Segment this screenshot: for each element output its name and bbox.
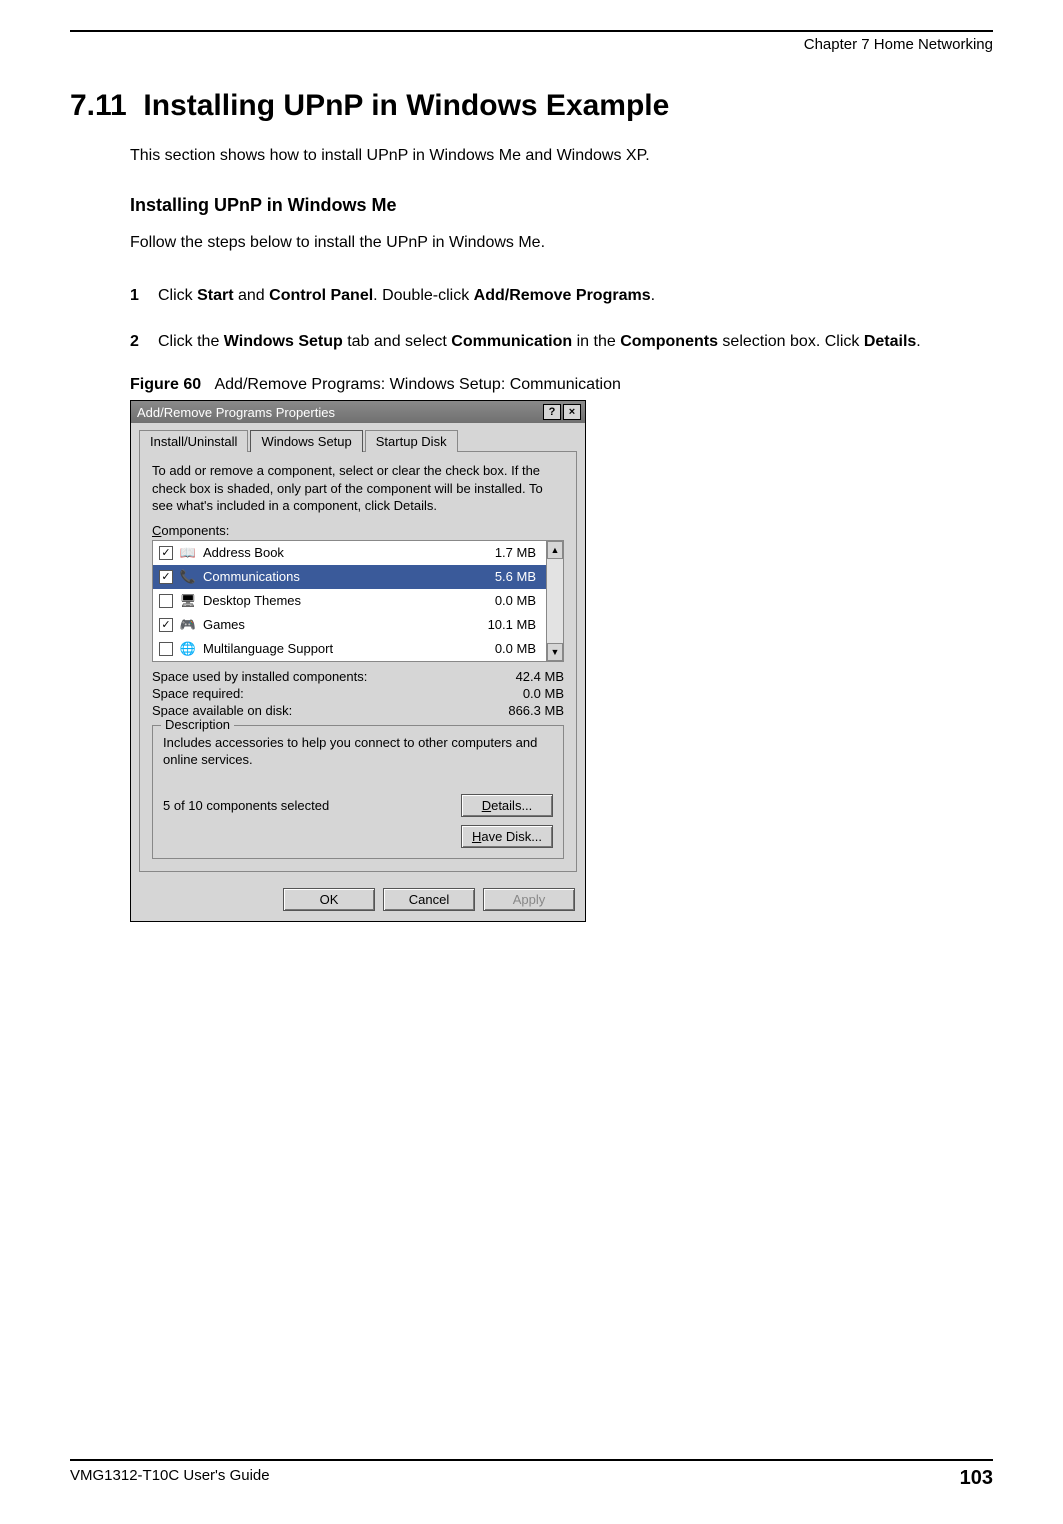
components-selected-count: 5 of 10 components selected <box>163 798 329 813</box>
stat-row: Space required: 0.0 MB <box>152 685 564 702</box>
details-button[interactable]: Details... <box>461 794 553 817</box>
tab-panel-windows-setup: To add or remove a component, select or … <box>139 451 577 872</box>
component-name: Communications <box>203 569 470 584</box>
stat-value: 0.0 MB <box>523 686 564 701</box>
step-1-number: 1 <box>130 284 158 308</box>
component-checkbox[interactable] <box>159 642 173 656</box>
scroll-down-icon[interactable]: ▼ <box>547 643 563 661</box>
component-name: Desktop Themes <box>203 593 470 608</box>
description-text: Includes accessories to help you connect… <box>163 734 553 776</box>
step-2-text: Click the Windows Setup tab and select C… <box>158 330 921 354</box>
panel-instructions: To add or remove a component, select or … <box>152 462 564 515</box>
component-icon: 🌐 <box>179 641 197 657</box>
component-icon: 🖥 <box>179 593 197 609</box>
top-rule <box>70 30 993 32</box>
section-intro: This section shows how to install UPnP i… <box>130 147 993 165</box>
component-row[interactable]: ✓ 🎮 Games10.1 MB <box>153 613 546 637</box>
scroll-track[interactable] <box>547 559 563 643</box>
ok-button[interactable]: OK <box>283 888 375 911</box>
add-remove-programs-dialog: Add/Remove Programs Properties ? × Insta… <box>130 400 586 922</box>
footer-page-number: 103 <box>960 1467 993 1490</box>
stat-label: Space required: <box>152 686 244 701</box>
component-checkbox[interactable]: ✓ <box>159 570 173 584</box>
figure-number: Figure 60 <box>130 376 201 393</box>
tabs-row: Install/Uninstall Windows Setup Startup … <box>131 423 585 451</box>
cancel-button[interactable]: Cancel <box>383 888 475 911</box>
stat-label: Space available on disk: <box>152 703 292 718</box>
description-legend: Description <box>161 717 234 732</box>
step-1-text: Click Start and Control Panel. Double-cl… <box>158 284 655 308</box>
stat-label: Space used by installed components: <box>152 669 367 684</box>
component-checkbox[interactable] <box>159 594 173 608</box>
dialog-title: Add/Remove Programs Properties <box>137 405 335 420</box>
help-button[interactable]: ? <box>543 404 561 420</box>
component-row[interactable]: ✓ 📖 Address Book1.7 MB <box>153 541 546 565</box>
component-icon: 📖 <box>179 545 197 561</box>
dialog-titlebar[interactable]: Add/Remove Programs Properties ? × <box>131 401 585 423</box>
component-name: Multilanguage Support <box>203 641 470 656</box>
components-label-text: omponents: <box>161 523 229 538</box>
section-number: 7.11 <box>70 89 127 122</box>
component-size: 10.1 MB <box>470 617 540 632</box>
section-title: 7.11 Installing UPnP in Windows Example <box>70 89 993 123</box>
stat-value: 42.4 MB <box>516 669 564 684</box>
section-title-text: Installing UPnP in Windows Example <box>143 89 669 122</box>
component-name: Address Book <box>203 545 470 560</box>
figure-caption: Figure 60 Add/Remove Programs: Windows S… <box>130 376 993 394</box>
component-size: 0.0 MB <box>470 593 540 608</box>
figure-caption-text: Add/Remove Programs: Windows Setup: Comm… <box>214 376 620 393</box>
step-1: 1 Click Start and Control Panel. Double-… <box>130 284 993 308</box>
apply-button[interactable]: Apply <box>483 888 575 911</box>
footer-guide-name: VMG1312-T10C User's Guide <box>70 1467 270 1490</box>
dialog-button-row: OK Cancel Apply <box>131 880 585 921</box>
component-size: 1.7 MB <box>470 545 540 560</box>
component-row[interactable]: 🖥 Desktop Themes0.0 MB <box>153 589 546 613</box>
footer-rule <box>70 1459 993 1461</box>
component-row[interactable]: 🌐 Multilanguage Support0.0 MB <box>153 637 546 661</box>
have-disk-button[interactable]: Have Disk... <box>461 825 553 848</box>
component-name: Games <box>203 617 470 632</box>
subsection-intro: Follow the steps below to install the UP… <box>130 234 993 252</box>
description-group: Description Includes accessories to help… <box>152 725 564 859</box>
stat-row: Space used by installed components: 42.4 … <box>152 668 564 685</box>
step-2: 2 Click the Windows Setup tab and select… <box>130 330 993 354</box>
stat-value: 866.3 MB <box>508 703 564 718</box>
component-row[interactable]: ✓ 📞 Communications5.6 MB <box>153 565 546 589</box>
tab-install-uninstall[interactable]: Install/Uninstall <box>139 430 248 452</box>
components-label: Components: <box>152 523 564 538</box>
chapter-header: Chapter 7 Home Networking <box>70 36 993 53</box>
subsection-title: Installing UPnP in Windows Me <box>130 195 993 216</box>
component-size: 0.0 MB <box>470 641 540 656</box>
close-button[interactable]: × <box>563 404 581 420</box>
component-size: 5.6 MB <box>470 569 540 584</box>
tab-startup-disk[interactable]: Startup Disk <box>365 430 458 452</box>
component-checkbox[interactable]: ✓ <box>159 546 173 560</box>
tab-windows-setup[interactable]: Windows Setup <box>250 430 362 452</box>
scroll-up-icon[interactable]: ▲ <box>547 541 563 559</box>
details-button-rest: etails... <box>491 798 532 813</box>
listbox-scrollbar[interactable]: ▲ ▼ <box>546 541 564 661</box>
component-checkbox[interactable]: ✓ <box>159 618 173 632</box>
page-footer: VMG1312-T10C User's Guide 103 <box>70 1459 993 1490</box>
step-2-number: 2 <box>130 330 158 354</box>
components-listbox[interactable]: ✓ 📖 Address Book1.7 MB ✓ 📞 Communications5.6 … <box>152 540 564 662</box>
component-icon: 🎮 <box>179 617 197 633</box>
component-icon: 📞 <box>179 569 197 585</box>
have-disk-rest: ave Disk... <box>481 829 542 844</box>
